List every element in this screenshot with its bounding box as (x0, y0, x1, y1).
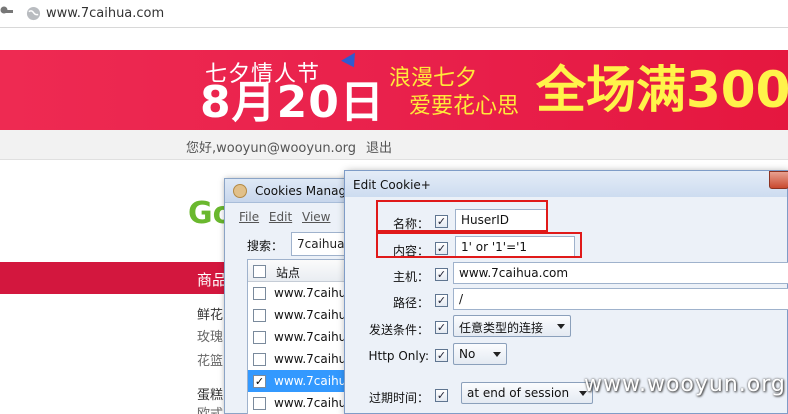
sub-section-title[interactable]: 鲜花 (197, 304, 223, 323)
page-top-strip (0, 28, 788, 50)
path-label: 路径： (392, 296, 429, 310)
row-site-label: www.7caihua (274, 286, 354, 300)
path-checkbox[interactable]: ✓ (435, 294, 448, 307)
http-only-select[interactable]: No (453, 343, 507, 365)
cookies-manager-titlebar[interactable]: Cookies Manag (225, 179, 353, 203)
row-site-label: www.7caihua (274, 352, 354, 366)
content-highlight-box (376, 232, 582, 258)
http-only-checkbox[interactable]: ✓ (435, 349, 448, 362)
search-label: 搜索： (247, 239, 284, 253)
logout-link[interactable]: 退出 (366, 137, 392, 156)
sub-section-item[interactable]: 玫瑰 (197, 326, 223, 345)
send-condition-value: 任意类型的连接 (459, 321, 544, 335)
sub-section-item[interactable]: 花篮 (197, 350, 223, 369)
banner-decoration (341, 52, 361, 72)
chevron-down-icon (493, 352, 501, 357)
select-all-checkbox[interactable] (253, 265, 266, 278)
http-only-label: Http Only: (368, 349, 429, 363)
send-condition-checkbox[interactable]: ✓ (435, 321, 448, 334)
http-only-value: No (459, 347, 476, 361)
edit-cookie-title: Edit Cookie+ (353, 178, 431, 192)
send-condition-select[interactable]: 任意类型的连接 (453, 315, 571, 337)
cookies-manager-title: Cookies Manag (255, 184, 347, 198)
expires-label: 过期时间： (368, 391, 429, 405)
row-site-label: www.7caihua (274, 396, 354, 410)
list-item[interactable]: www.7caihua (248, 282, 354, 304)
name-highlight-box (376, 200, 548, 232)
url-text[interactable]: www.7caihua.com (46, 6, 164, 21)
close-button[interactable] (769, 171, 788, 189)
sub-section-item[interactable]: 欧式 (197, 403, 223, 414)
row-checkbox[interactable] (253, 287, 266, 300)
path-field[interactable]: / (453, 288, 788, 310)
expires-select[interactable]: at end of session (461, 382, 593, 404)
menu-file[interactable]: File (239, 210, 259, 224)
globe-icon (26, 6, 41, 21)
greeting-bar: 您好,wooyun@wooyun.org 退出 (0, 130, 788, 160)
edit-cookie-titlebar[interactable]: Edit Cookie+ (345, 171, 788, 197)
row-checkbox[interactable] (253, 309, 266, 322)
list-header[interactable]: 站点 (248, 260, 354, 282)
banner-date: 8月20日 (200, 77, 385, 128)
row-site-label: www.7caihua (274, 374, 354, 388)
expires-value: at end of session (467, 386, 570, 400)
watermark: www.wooyun.org (584, 372, 786, 397)
row-checkbox[interactable] (253, 353, 266, 366)
list-item[interactable]: www.7caihua (248, 348, 354, 370)
row-site-label: www.7caihua (274, 308, 354, 322)
list-item[interactable]: www.7caihua (248, 304, 354, 326)
column-header-site[interactable]: 站点 (276, 264, 300, 281)
list-item[interactable]: www.7caihua (248, 392, 354, 414)
list-item[interactable]: www.7caihua (248, 326, 354, 348)
cookie-icon (233, 184, 247, 198)
expires-checkbox[interactable]: ✓ (435, 389, 448, 402)
row-checkbox[interactable] (253, 397, 266, 410)
banner-slogan-line2: 爱要花心思 (409, 94, 520, 119)
promo-banner[interactable]: 七夕情人节 8月20日 浪漫七夕 爱要花心思 全场满300 (0, 50, 788, 130)
host-checkbox[interactable]: ✓ (435, 268, 448, 281)
cookies-manager-menu: File Edit View (239, 210, 336, 224)
category-title[interactable]: 商品 (197, 269, 227, 290)
greeting-text: 您好,wooyun@wooyun.org (186, 141, 357, 156)
menu-view[interactable]: View (302, 210, 330, 224)
list-item-selected[interactable]: ✓ www.7caihua (248, 370, 354, 392)
row-checkbox-checked[interactable]: ✓ (253, 375, 266, 388)
sub-section-title[interactable]: 蛋糕 (197, 384, 223, 403)
chevron-down-icon (557, 324, 565, 329)
cookies-manager-window[interactable]: Cookies Manag File Edit View 搜索： 7caihua… (224, 178, 355, 414)
host-field[interactable]: www.7caihua.com (453, 262, 788, 284)
row-site-label: www.7caihua (274, 330, 354, 344)
address-bar[interactable]: www.7caihua.com (0, 0, 788, 28)
host-label: 主机： (392, 270, 429, 284)
banner-promo: 全场满300 (536, 61, 788, 119)
menu-edit[interactable]: Edit (269, 210, 292, 224)
row-checkbox[interactable] (253, 331, 266, 344)
key-icon (0, 6, 13, 14)
cookie-site-list[interactable]: 站点 www.7caihua www.7caihua www.7caihua w… (247, 259, 355, 414)
send-condition-label: 发送条件： (368, 323, 429, 337)
